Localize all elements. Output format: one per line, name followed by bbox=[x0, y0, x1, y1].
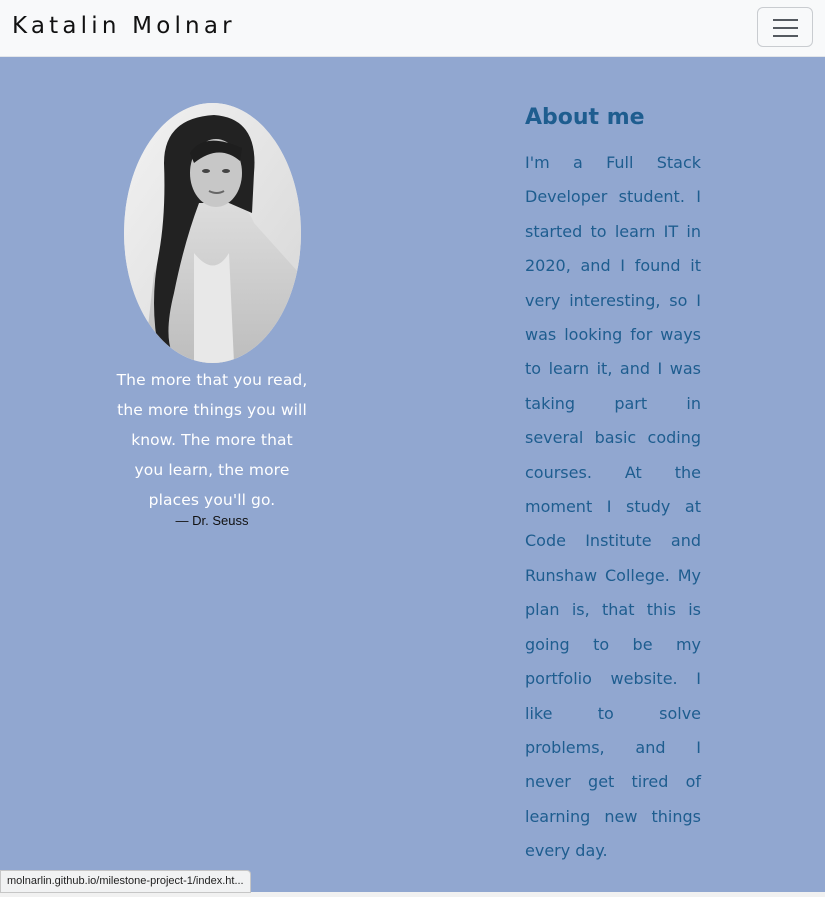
quote-text: The more that you read, the more things … bbox=[112, 365, 312, 515]
quote-author: — Dr. Seuss bbox=[175, 513, 249, 528]
navbar-toggler-button[interactable] bbox=[757, 7, 813, 47]
about-line: portfolio website. I bbox=[525, 669, 701, 689]
about-line: started to learn IT in bbox=[525, 221, 701, 241]
about-line: learning new things bbox=[525, 806, 701, 826]
about-line: courses. At the bbox=[525, 462, 701, 482]
about-line: plan is, that this is bbox=[525, 600, 701, 620]
brand-link[interactable]: Katalin Molnar bbox=[12, 13, 236, 39]
about-line: I'm a Full Stack bbox=[525, 153, 701, 172]
quote-line: places you'll go. bbox=[148, 491, 276, 509]
about-line: Code Institute and bbox=[525, 531, 701, 551]
about-line: 2020, and I found it bbox=[525, 256, 701, 276]
quote-line: The more that you read, bbox=[116, 371, 308, 389]
quote-line: know. The more that bbox=[131, 431, 293, 449]
about-line: never get tired of bbox=[525, 772, 701, 792]
about-line: very interesting, so I bbox=[525, 290, 701, 310]
about-paragraph: I'm a Full Stack Developer student. I st… bbox=[525, 146, 701, 869]
about-line: was looking for ways bbox=[525, 325, 701, 345]
portrait-image bbox=[124, 103, 301, 363]
link-status-bar: molnarlin.github.io/milestone-project-1/… bbox=[0, 870, 251, 893]
about-heading: About me bbox=[525, 105, 645, 130]
hamburger-menu-icon-line bbox=[773, 27, 798, 29]
about-line: every day. bbox=[525, 841, 608, 861]
about-line: Developer student. I bbox=[525, 187, 701, 207]
quote-line: you learn, the more bbox=[134, 461, 290, 479]
about-line: moment I study at bbox=[525, 497, 701, 517]
about-line: problems, and I bbox=[525, 737, 701, 757]
about-line: like to solve bbox=[525, 703, 701, 723]
about-line: taking part in bbox=[525, 393, 701, 413]
about-line: several basic coding bbox=[525, 428, 701, 448]
navbar: Katalin Molnar bbox=[0, 0, 825, 57]
quote-line: the more things you will bbox=[117, 401, 307, 419]
hamburger-menu-icon bbox=[773, 19, 798, 21]
profile-photo bbox=[124, 103, 301, 363]
hamburger-menu-icon-line bbox=[773, 35, 798, 37]
about-line: Runshaw College. My bbox=[525, 565, 701, 585]
about-line: going to be my bbox=[525, 634, 701, 654]
about-line: to learn it, and I was bbox=[525, 359, 701, 379]
main-content: The more that you read, the more things … bbox=[0, 57, 825, 892]
